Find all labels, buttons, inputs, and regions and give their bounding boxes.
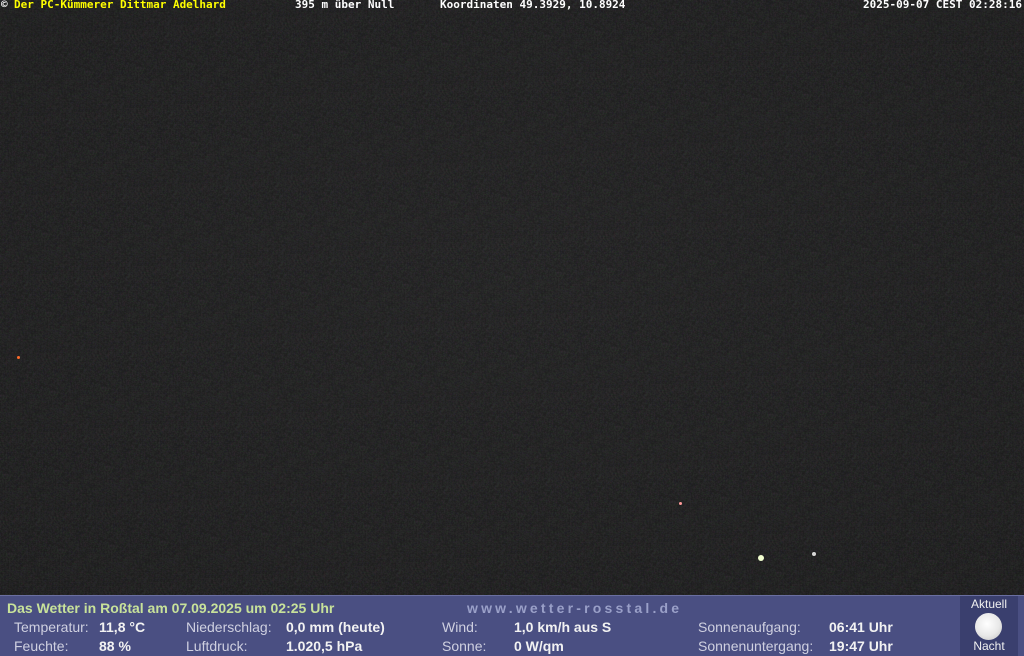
- timestamp-text: 2025-09-07 CEST 02:28:16: [863, 0, 1022, 11]
- temperature-value: 11,8 °C: [99, 619, 146, 635]
- image-noise: [0, 0, 1024, 595]
- precipitation-label: Niederschlag:: [186, 619, 272, 635]
- sunrise-value: 06:41 Uhr: [829, 619, 893, 635]
- distant-light: [758, 555, 764, 561]
- copyright-symbol: ©: [1, 0, 8, 11]
- distant-light: [17, 356, 20, 359]
- webcam-frame: © Der PC-Kümmerer Dittmar Adelhard 395 m…: [0, 0, 1024, 656]
- weather-panel: Das Wetter in Roßtal am 07.09.2025 um 02…: [0, 595, 1024, 656]
- sun-label: Sonne:: [442, 638, 487, 654]
- sunset-label: Sonnenuntergang:: [698, 638, 814, 654]
- temperature-label: Temperatur:: [14, 619, 89, 635]
- pressure-label: Luftdruck:: [186, 638, 248, 654]
- full-moon-icon: [975, 613, 1002, 640]
- website-link[interactable]: www.wetter-rosstal.de: [467, 600, 682, 616]
- camera-overlay-bar: © Der PC-Kümmerer Dittmar Adelhard 395 m…: [0, 0, 1024, 11]
- pressure-value: 1.020,5 hPa: [286, 638, 363, 654]
- wind-value: 1,0 km/h aus S: [514, 619, 612, 635]
- precipitation-value: 0,0 mm (heute): [286, 619, 385, 635]
- sunrise-label: Sonnenaufgang:: [698, 619, 801, 635]
- wind-label: Wind:: [442, 619, 478, 635]
- humidity-label: Feuchte:: [14, 638, 69, 654]
- moon-night-label: Nacht: [973, 639, 1005, 653]
- owner-text: Der PC-Kümmerer Dittmar Adelhard: [14, 0, 226, 11]
- sun-value: 0 W/qm: [514, 638, 564, 654]
- weather-headline: Das Wetter in Roßtal am 07.09.2025 um 02…: [7, 600, 335, 616]
- distant-light: [679, 502, 682, 505]
- humidity-value: 88 %: [99, 638, 131, 654]
- coordinates-text: Koordinaten 49.3929, 10.8924: [440, 0, 626, 11]
- webcam-night-image: [0, 0, 1024, 595]
- distant-light: [812, 552, 816, 556]
- altitude-text: 395 m über Null: [295, 0, 395, 11]
- sunset-value: 19:47 Uhr: [829, 638, 893, 654]
- moon-phase-box: Aktuell Nacht: [960, 596, 1018, 656]
- moon-current-label: Aktuell: [970, 597, 1008, 611]
